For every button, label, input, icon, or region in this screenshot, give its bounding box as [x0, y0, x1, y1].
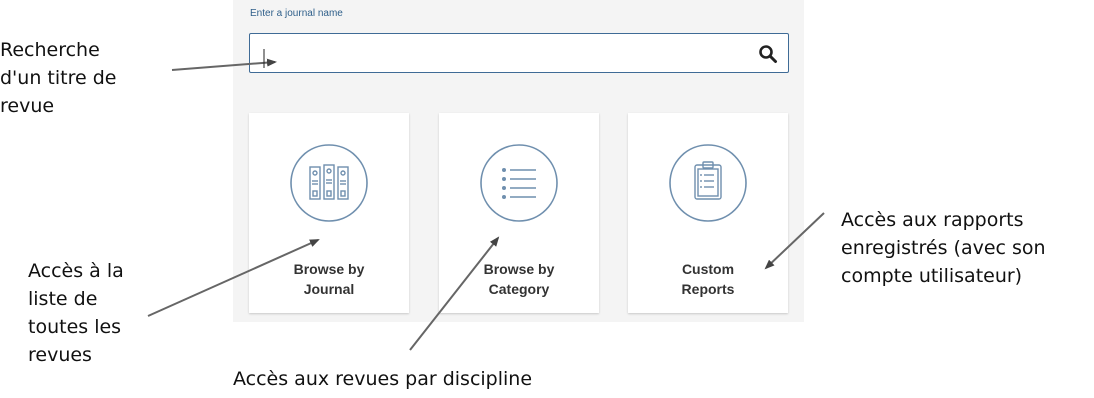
list-icon	[480, 144, 558, 222]
search-icon[interactable]	[758, 44, 778, 64]
tile-label-line: Browse by	[293, 261, 365, 277]
annotation-line: liste de	[28, 288, 98, 310]
annotation-journals: Accès à la liste de toutes les revues	[28, 257, 124, 369]
tile-label-line: Reports	[681, 281, 735, 297]
annotation-line: toutes les	[28, 316, 122, 338]
annotation-line: d'un titre de	[0, 67, 117, 89]
annotation-category: Accès aux revues par discipline	[233, 368, 533, 390]
tile-label-line: Browse by	[483, 261, 555, 277]
annotation-line: Recherche	[0, 39, 100, 61]
search-label: Enter a journal name	[250, 8, 343, 19]
browse-by-category-tile[interactable]: Browse by Category	[439, 113, 599, 313]
tile-label-line: Journal	[303, 281, 355, 297]
tile-label-line: Category	[488, 281, 550, 297]
custom-reports-tile[interactable]: Custom Reports	[628, 113, 788, 313]
search-input[interactable]	[258, 40, 752, 68]
annotation-line: compte utilisateur)	[841, 265, 1023, 287]
annotation-line: enregistrés (avec son	[841, 237, 1046, 259]
journal-search-panel: Enter a journal name Browse by Journal B…	[233, 0, 804, 322]
annotation-reports: Accès aux rapports enregistrés (avec son…	[841, 206, 1046, 290]
search-box[interactable]	[249, 33, 789, 73]
journals-binders-icon	[290, 144, 368, 222]
annotation-line: Accès aux rapports	[841, 209, 1024, 231]
annotation-line: revues	[28, 344, 92, 366]
custom-reports-label: Custom Reports	[628, 259, 788, 299]
browse-by-journal-label: Browse by Journal	[249, 259, 409, 299]
annotation-line: revue	[0, 95, 55, 117]
browse-by-category-label: Browse by Category	[439, 259, 599, 299]
annotation-line: Accès à la	[28, 260, 124, 282]
tile-label-line: Custom	[681, 261, 735, 277]
annotation-search: Recherche d'un titre de revue	[0, 36, 116, 120]
browse-by-journal-tile[interactable]: Browse by Journal	[249, 113, 409, 313]
clipboard-icon	[669, 144, 747, 222]
